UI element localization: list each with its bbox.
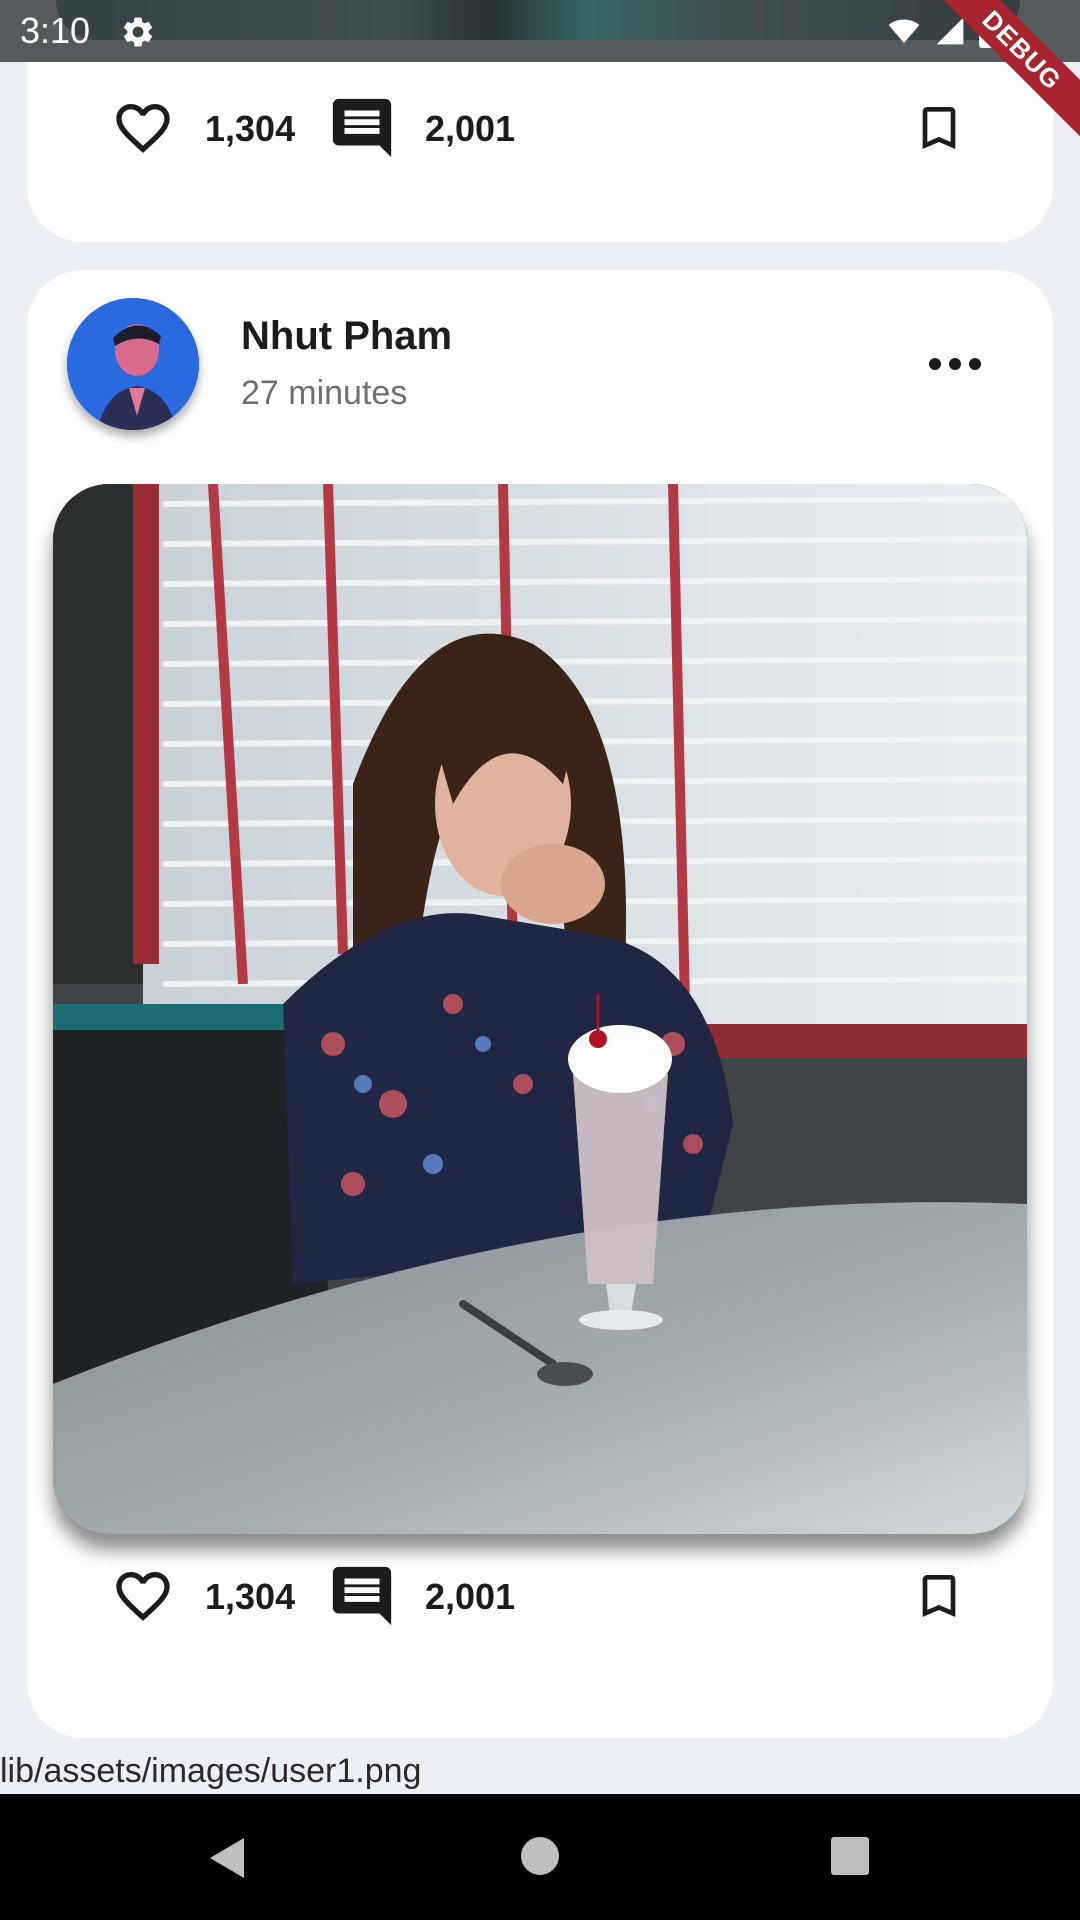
heart-icon[interactable]: [109, 96, 177, 160]
comment-icon[interactable]: [327, 1560, 397, 1632]
author-name[interactable]: Nhut Pham: [241, 314, 452, 359]
avatar-person-icon: [67, 298, 199, 430]
screen: 1,304 2,001 Nhut Pham 27 minutes 1,304 2…: [0, 0, 1080, 1920]
post-header: Nhut Pham 27 minutes: [27, 270, 1053, 440]
wifi-icon: [888, 19, 920, 43]
settings-gear-icon: [123, 17, 153, 47]
comment-icon[interactable]: [327, 92, 397, 164]
photo-scene-illustration: [53, 484, 1027, 1534]
post-actions: 1,304 2,001: [27, 1556, 1053, 1636]
cell-signal-icon: [936, 17, 964, 45]
asset-path-caption: lib/assets/images/user1.png: [0, 1752, 422, 1790]
post-card: Nhut Pham 27 minutes 1,304 2,001: [27, 270, 1053, 1738]
home-circle-icon[interactable]: [520, 1836, 560, 1876]
bookmark-icon[interactable]: [911, 94, 967, 162]
recents-square-icon[interactable]: [830, 1836, 870, 1876]
more-options-icon[interactable]: [925, 352, 985, 376]
comment-count: 2,001: [425, 1576, 516, 1617]
system-nav-bar: [0, 1794, 1080, 1920]
bookmark-icon[interactable]: [911, 1562, 967, 1630]
previous-post-actions: 1,304 2,001: [27, 88, 1053, 168]
status-time: 3:10: [20, 10, 91, 51]
post-photo[interactable]: [53, 484, 1027, 1534]
post-timestamp: 27 minutes: [241, 374, 408, 412]
like-count: 1,304: [205, 108, 296, 149]
author-avatar[interactable]: [67, 298, 199, 430]
back-triangle-icon[interactable]: [206, 1836, 246, 1880]
heart-icon[interactable]: [109, 1564, 177, 1628]
status-bar: 3:10: [0, 0, 1080, 62]
like-count: 1,304: [205, 1576, 296, 1617]
comment-count: 2,001: [425, 108, 516, 149]
previous-photo-edge: [56, 0, 1020, 40]
